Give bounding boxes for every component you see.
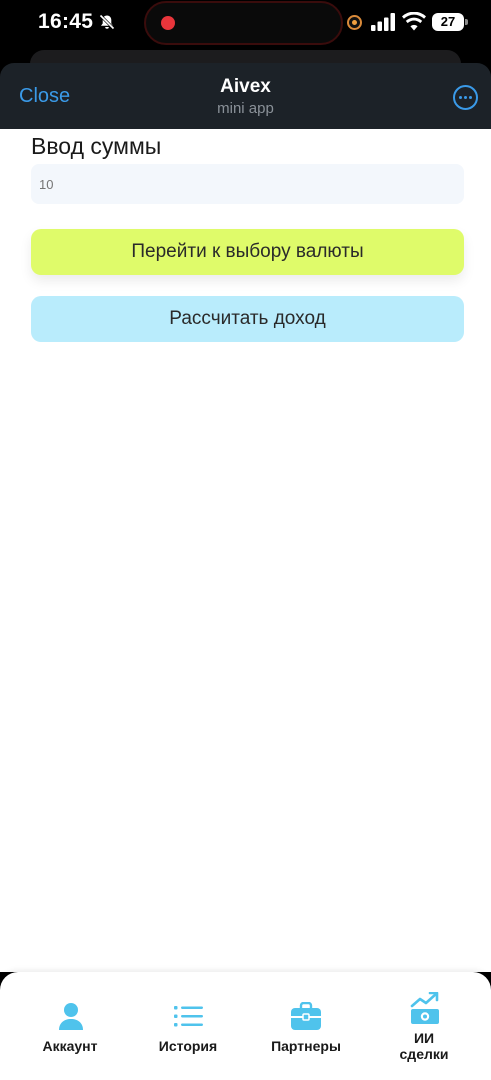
muted-bell-icon bbox=[99, 14, 115, 30]
app-title: Aivex bbox=[220, 76, 271, 97]
camera-indicator-icon bbox=[347, 15, 362, 30]
history-list-icon bbox=[174, 1006, 203, 1027]
phone-screen: 16:45 27 Close Aivex mini app Ввод суммы… bbox=[0, 0, 491, 1080]
bottom-tab-bar: Аккаунт История Партнеры ИИ сделки bbox=[0, 972, 491, 1080]
tab-ai-deals[interactable]: ИИ сделки bbox=[354, 972, 491, 1080]
status-bar: 16:45 27 bbox=[0, 0, 491, 46]
battery-indicator: 27 bbox=[432, 13, 468, 31]
main-content: Ввод суммы Перейти к выбору валюты Рассч… bbox=[0, 129, 491, 972]
more-dots-icon bbox=[459, 96, 462, 99]
choose-currency-button[interactable]: Перейти к выбору валюты bbox=[31, 229, 464, 275]
dynamic-island bbox=[144, 1, 343, 45]
amount-label: Ввод суммы bbox=[31, 133, 162, 159]
wifi-icon bbox=[402, 12, 426, 31]
money-chart-icon bbox=[410, 992, 439, 1024]
calculate-income-button[interactable]: Рассчитать доход bbox=[31, 296, 464, 342]
mini-app-header: Close Aivex mini app bbox=[0, 63, 491, 129]
recording-dot-icon bbox=[161, 16, 175, 30]
briefcase-icon bbox=[291, 1002, 321, 1030]
signal-icon bbox=[371, 13, 395, 31]
app-subtitle: mini app bbox=[217, 100, 274, 117]
more-options-button[interactable] bbox=[453, 85, 478, 110]
amount-input[interactable] bbox=[31, 164, 464, 204]
status-time: 16:45 bbox=[38, 10, 94, 33]
tab-label: ИИ сделки bbox=[399, 1030, 449, 1062]
account-icon bbox=[59, 1003, 83, 1030]
